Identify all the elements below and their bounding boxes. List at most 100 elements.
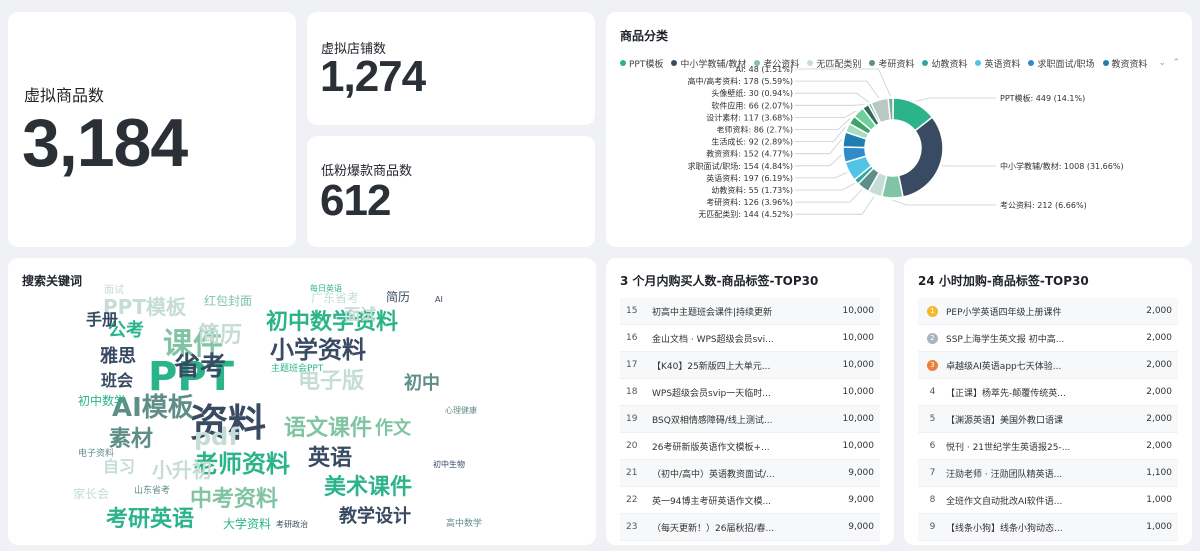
hot-kpi-value: 612 — [320, 176, 391, 225]
label-leader-line — [795, 172, 848, 179]
label-leader-line — [795, 68, 891, 97]
keyword[interactable]: 广东省考 — [311, 291, 359, 305]
product-value: 10,000 — [842, 306, 875, 316]
keyword[interactable]: 主题班会PPT — [271, 362, 324, 374]
keyword[interactable]: 山东省考 — [134, 484, 170, 496]
keyword[interactable]: 初中 — [404, 372, 440, 394]
rank-number: 8 — [929, 495, 936, 505]
slice-label: PPT模板: 449 (14.1%) — [1000, 93, 1085, 103]
table-row[interactable]: 6 悦刊 · 21世纪学生英语报25-... 2,000 — [918, 433, 1178, 460]
rank-number: 20 — [626, 441, 638, 451]
keyword[interactable]: 省考 — [173, 352, 226, 382]
keyword[interactable]: 面试 — [104, 283, 124, 296]
donut-slice[interactable] — [897, 116, 944, 198]
purchases24-top30-title: 24 小时加购-商品标签-TOP30 — [918, 274, 1089, 288]
product-value: 1,100 — [1146, 468, 1172, 478]
keyword[interactable]: 红包封面 — [204, 293, 252, 308]
keyword[interactable]: 作文 — [375, 417, 412, 439]
table-row[interactable]: 9 【线条小狗】线条小狗动态... 1,000 — [918, 514, 1178, 541]
keyword[interactable]: 小学资料 — [270, 336, 366, 364]
keyword-cloud: PPT资料课件 小学资料初中数学资料老师资料AI模板省考 电子版语文课件pdf素材英… — [73, 283, 482, 532]
buyers-top30-card: 3 个月内购买人数-商品标签-TOP30 15 初高中主题班会课件|持续更新 10,… — [606, 258, 894, 545]
keyword[interactable]: 自习 — [103, 457, 135, 476]
table-row[interactable]: 1 PEP小学英语四年级上册课件 2,000 — [918, 298, 1178, 325]
table-row[interactable]: 8 全班作文自动批改AI软件语... 1,000 — [918, 487, 1178, 514]
rank-number: 18 — [626, 387, 638, 397]
label-leader-line — [915, 97, 996, 102]
product-value: 9,000 — [848, 495, 874, 505]
keyword[interactable]: 小升初 — [152, 458, 212, 482]
table-row[interactable]: 17 【K40】25新版四上大单元... 10,000 — [620, 352, 880, 379]
product-name: 【线条小狗】线条小狗动态... — [946, 523, 1063, 534]
rank-number: 17 — [626, 360, 638, 370]
rank-number: 9 — [929, 522, 936, 532]
keyword[interactable]: AI — [435, 295, 443, 304]
products-kpi-value: 3,184 — [22, 105, 188, 181]
table-row[interactable]: 21 （初中/高中）英语教资面试/... 9,000 — [620, 460, 880, 487]
keyword[interactable]: 电子资料 — [78, 447, 114, 459]
table-row[interactable]: 2 SSP上海学生英文报 初中高... 2,000 — [918, 325, 1178, 352]
product-name: 【K40】25新版四上大单元... — [652, 361, 771, 372]
keyword[interactable]: 高中数学 — [446, 517, 482, 529]
table-row[interactable]: 19 BSQ双相情感障碍/线上测试... 10,000 — [620, 406, 880, 433]
table-row[interactable]: 15 初高中主题班会课件|持续更新 10,000 — [620, 298, 880, 325]
keyword[interactable]: 考研政治 — [276, 519, 308, 529]
slice-label: 求职面试/职场: 154 (4.84%) — [688, 161, 793, 171]
table-row[interactable]: 16 金山文档 · WPS超级会员svi... 10,000 — [620, 325, 880, 352]
keyword[interactable]: 英语 — [308, 446, 352, 471]
keyword[interactable]: 初中数学 — [78, 393, 126, 408]
slice-label: 教资资料: 152 (4.77%) — [706, 149, 793, 159]
stores-kpi-card: 虚拟店铺数 1,274 — [307, 12, 595, 125]
keyword[interactable]: 考研英语 — [106, 507, 194, 532]
product-value: 1,000 — [1146, 495, 1172, 505]
product-name: 初高中主题班会课件|持续更新 — [652, 307, 773, 318]
keyword[interactable]: 每日英语 — [310, 283, 342, 293]
keyword[interactable]: 初中生物 — [433, 459, 465, 469]
keyword[interactable]: 教学设计 — [339, 505, 411, 527]
keyword[interactable]: 初中数学资料 — [266, 309, 398, 335]
category-donut-chart: PPT模板: 449 (14.1%) 中小学教辅/教材: 1008 (31.66%… — [688, 65, 1124, 219]
keyword[interactable]: 家长会 — [73, 486, 109, 501]
product-value: 10,000 — [842, 441, 875, 451]
product-name: BSQ双相情感障碍/线上测试... — [652, 415, 773, 426]
label-leader-line — [795, 118, 851, 130]
rank-number: 4 — [929, 387, 936, 397]
product-name: 金山文档 · WPS超级会员svi... — [652, 334, 774, 345]
table-row[interactable]: 18 WPS超级会员svip一天临时... 10,000 — [620, 379, 880, 406]
label-leader-line — [795, 154, 842, 167]
keyword[interactable]: 手册 — [86, 310, 118, 329]
rank-medal-icon: 1 — [927, 305, 938, 317]
keyword[interactable]: 心理健康 — [445, 405, 477, 415]
product-value: 2,000 — [1146, 333, 1172, 343]
slice-label: 英语资料: 197 (6.19%) — [706, 173, 793, 183]
keyword[interactable]: 大学资料 — [223, 516, 271, 531]
table-row[interactable]: 7 汪勋老师 · 汪勋团队精英语... 1,100 — [918, 460, 1178, 487]
keyword[interactable]: 班会 — [101, 371, 133, 390]
keyword[interactable]: 中考资料 — [190, 487, 278, 512]
product-value: 10,000 — [842, 333, 875, 343]
table-row[interactable]: 4 【正课】杨萃先-颠覆传统英... 2,000 — [918, 379, 1178, 406]
rank-medal-icon: 3 — [927, 359, 938, 371]
keyword[interactable]: 面试 — [344, 305, 376, 324]
product-name: 卓越级AI英语app七天体验... — [946, 361, 1062, 372]
product-name: SSP上海学生英文报 初中高... — [946, 334, 1065, 345]
product-name: 英一94博主考研英语作文模... — [652, 496, 772, 507]
rank-medal-icon: 2 — [927, 332, 938, 344]
product-name: （每天更新！）26届秋招/春... — [652, 523, 775, 534]
table-row[interactable]: 5 【渊源英语】美国外教口语课 2,000 — [918, 406, 1178, 433]
keyword[interactable]: 雅思 — [99, 345, 136, 367]
product-value: 9,000 — [848, 468, 874, 478]
keyword[interactable]: 语文课件 — [284, 415, 372, 441]
product-value: 10,000 — [842, 414, 875, 424]
table-row[interactable]: 22 英一94博主考研英语作文模... 9,000 — [620, 487, 880, 514]
table-row[interactable]: 3 卓越级AI英语app七天体验... 2,000 — [918, 352, 1178, 379]
keyword[interactable]: pdf — [194, 423, 239, 451]
keyword[interactable]: 素材 — [109, 426, 153, 452]
buyers-table: 15 初高中主题班会课件|持续更新 10,000 16 金山文档 · WPS超级会员sv… — [620, 298, 880, 541]
table-row[interactable]: 23 （每天更新！）26届秋招/春... 9,000 — [620, 514, 880, 541]
table-row[interactable]: 20 26考研新版英语作文模板+... 10,000 — [620, 433, 880, 460]
slice-label: 考研资料: 126 (3.96%) — [706, 197, 793, 207]
keyword[interactable]: 简历 — [198, 322, 242, 348]
keyword[interactable]: 简历 — [386, 290, 410, 304]
keyword[interactable]: 美术课件 — [324, 474, 412, 500]
